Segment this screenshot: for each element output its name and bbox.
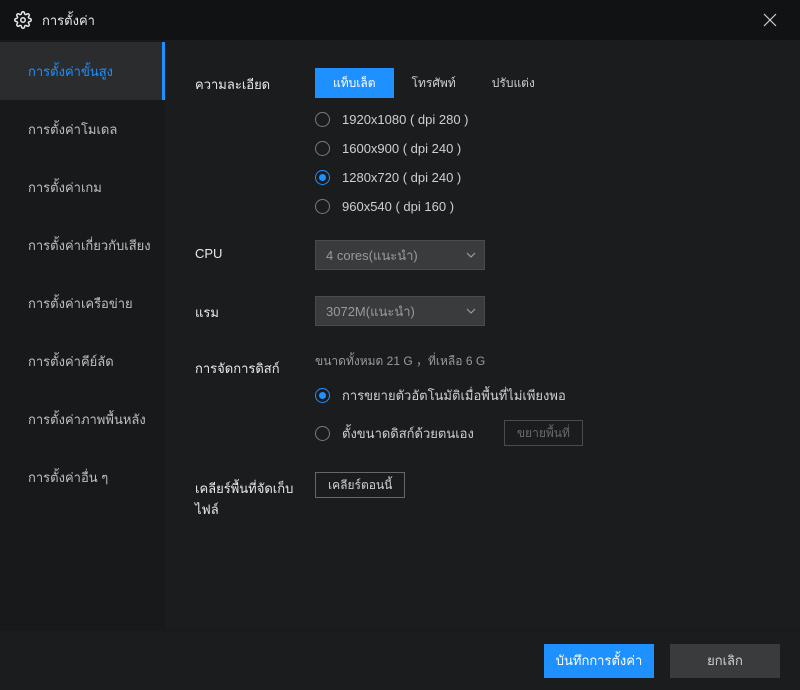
save-button[interactable]: บันทึกการตั้งค่า [544,644,654,678]
sidebar-item-audio[interactable]: การตั้งค่าเกี่ยวกับเสียง [0,216,165,274]
clear-now-button[interactable]: เคลียร์ตอนนี้ [315,472,405,498]
resolution-options: 1920x1080 ( dpi 280 ) 1600x900 ( dpi 240… [315,112,772,214]
disk-option-manual[interactable]: ตั้งขนาดดิสก์ด้วยตนเอง ขยายพื้นที่ [315,420,772,446]
sidebar-item-wallpaper[interactable]: การตั้งค่าภาพพื้นหลัง [0,390,165,448]
sidebar: การตั้งค่าขั้นสูง การตั้งค่าโมเดล การตั้… [0,40,165,630]
sidebar-item-label: การตั้งค่าเครือข่าย [28,293,133,314]
close-button[interactable] [754,4,786,36]
chevron-down-icon [466,308,476,314]
radio-dot-icon [315,141,330,156]
radio-dot-icon [315,388,330,403]
titlebar: การตั้งค่า [0,0,800,40]
sidebar-item-shortcut[interactable]: การตั้งค่าคีย์ลัด [0,332,165,390]
sidebar-item-label: การตั้งค่าอื่น ๆ [28,467,108,488]
sidebar-item-game[interactable]: การตั้งค่าเกม [0,158,165,216]
footer: บันทึกการตั้งค่า ยกเลิก [0,630,800,690]
ram-select[interactable]: 3072M(แนะนำ) [315,296,485,326]
sidebar-item-label: การตั้งค่าคีย์ลัด [28,351,114,372]
chevron-down-icon [466,252,476,258]
cpu-select[interactable]: 4 cores(แนะนำ) [315,240,485,270]
radio-dot-icon [315,199,330,214]
disk-label: การจัดการดิสก์ [195,352,315,379]
tab-tablet[interactable]: แท็บเล็ต [315,68,394,98]
sidebar-item-network[interactable]: การตั้งค่าเครือข่าย [0,274,165,332]
resolution-option[interactable]: 1600x900 ( dpi 240 ) [315,141,772,156]
content-panel: ความละเอียด แท็บเล็ต โทรศัพท์ ปรับแต่ง 1… [165,40,800,630]
sidebar-item-label: การตั้งค่าขั้นสูง [28,61,113,82]
clear-label: เคลียร์พื้นที่จัดเก็บไฟล์ [195,472,315,520]
cancel-button[interactable]: ยกเลิก [670,644,780,678]
ram-value: 3072M(แนะนำ) [326,301,415,322]
gear-icon [14,11,32,29]
resolution-label: ความละเอียด [195,68,315,95]
radio-dot-icon [315,112,330,127]
disk-option-auto[interactable]: การขยายตัวอัตโนมัติเมื่อพื้นที่ไม่เพียงพ… [315,385,772,406]
sidebar-item-other[interactable]: การตั้งค่าอื่น ๆ [0,448,165,506]
sidebar-item-label: การตั้งค่าโมเดล [28,119,117,140]
resolution-option[interactable]: 960x540 ( dpi 160 ) [315,199,772,214]
resolution-option[interactable]: 1280x720 ( dpi 240 ) [315,170,772,185]
sidebar-item-model[interactable]: การตั้งค่าโมเดล [0,100,165,158]
window-title: การตั้งค่า [42,10,95,31]
tab-phone[interactable]: โทรศัพท์ [394,68,474,98]
close-icon [763,13,777,27]
expand-disk-button[interactable]: ขยายพื้นที่ [504,420,583,446]
resolution-tabs: แท็บเล็ต โทรศัพท์ ปรับแต่ง [315,68,772,98]
radio-dot-icon [315,426,330,441]
cpu-value: 4 cores(แนะนำ) [326,245,418,266]
sidebar-item-label: การตั้งค่าภาพพื้นหลัง [28,409,146,430]
resolution-option[interactable]: 1920x1080 ( dpi 280 ) [315,112,772,127]
sidebar-item-label: การตั้งค่าเกม [28,177,102,198]
tab-custom[interactable]: ปรับแต่ง [474,68,553,98]
sidebar-item-label: การตั้งค่าเกี่ยวกับเสียง [28,235,151,256]
cpu-label: CPU [195,240,315,261]
sidebar-item-advanced[interactable]: การตั้งค่าขั้นสูง [0,42,165,100]
radio-dot-icon [315,170,330,185]
ram-label: แรม [195,296,315,323]
disk-info-text: ขนาดทั้งหมด 21 G ，ที่เหลือ 6 G [315,352,772,371]
